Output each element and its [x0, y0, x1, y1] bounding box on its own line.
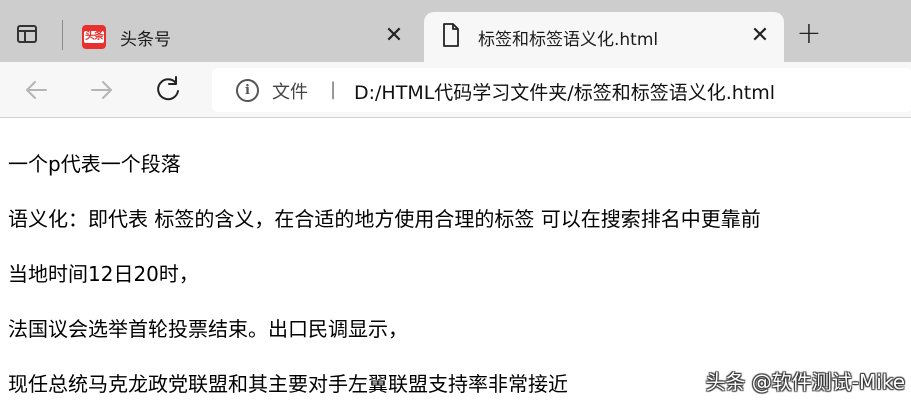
paragraph: 法国议会选举首轮投票结束。出口民调显示，: [8, 317, 408, 341]
url-text[interactable]: D:/HTML代码学习文件夹/标签和标签语义化.html: [354, 78, 775, 105]
plus-icon[interactable]: +: [794, 19, 824, 50]
file-icon: [443, 23, 459, 47]
watermark: 头条 @软件测试-Mike: [705, 370, 905, 394]
tab-strip: 头条 头条号 ✕ 标签和标签语义化.html ✕ +: [0, 0, 911, 62]
back-arrow-icon[interactable]: [20, 74, 52, 106]
paragraph: 当地时间12日20时，: [8, 262, 199, 286]
browser-toolbar: i 文件 | D:/HTML代码学习文件夹/标签和标签语义化.html: [0, 62, 911, 118]
page-content: 一个p代表一个段落 语义化：即代表 标签的含义，在合适的地方使用合理的标签 可以…: [0, 118, 911, 401]
tab-title: 标签和标签语义化.html: [478, 30, 659, 50]
tab-actions-icon[interactable]: [14, 22, 40, 48]
address-divider: |: [330, 79, 337, 100]
reload-icon[interactable]: [152, 74, 184, 106]
toutiao-favicon: 头条: [82, 25, 106, 49]
tab-active-page[interactable]: 标签和标签语义化.html ✕: [424, 12, 784, 62]
address-bar[interactable]: i 文件 | D:/HTML代码学习文件夹/标签和标签语义化.html: [212, 68, 911, 112]
tab-toutiao[interactable]: 头条 头条号 ✕: [70, 12, 418, 62]
close-icon[interactable]: ✕: [382, 24, 406, 48]
tab-separator: [62, 20, 63, 50]
forward-arrow-icon[interactable]: [86, 74, 118, 106]
paragraph: 语义化：即代表 标签的含义，在合适的地方使用合理的标签 可以在搜索排名中更靠前: [8, 207, 761, 231]
tab-title: 头条号: [120, 30, 171, 50]
info-icon[interactable]: i: [236, 79, 259, 102]
close-icon[interactable]: ✕: [748, 24, 772, 48]
paragraph: 一个p代表一个段落: [8, 152, 181, 176]
paragraph: 现任总统马克龙政党联盟和其主要对手左翼联盟支持率非常接近: [8, 372, 568, 396]
scheme-label: 文件: [272, 82, 308, 103]
